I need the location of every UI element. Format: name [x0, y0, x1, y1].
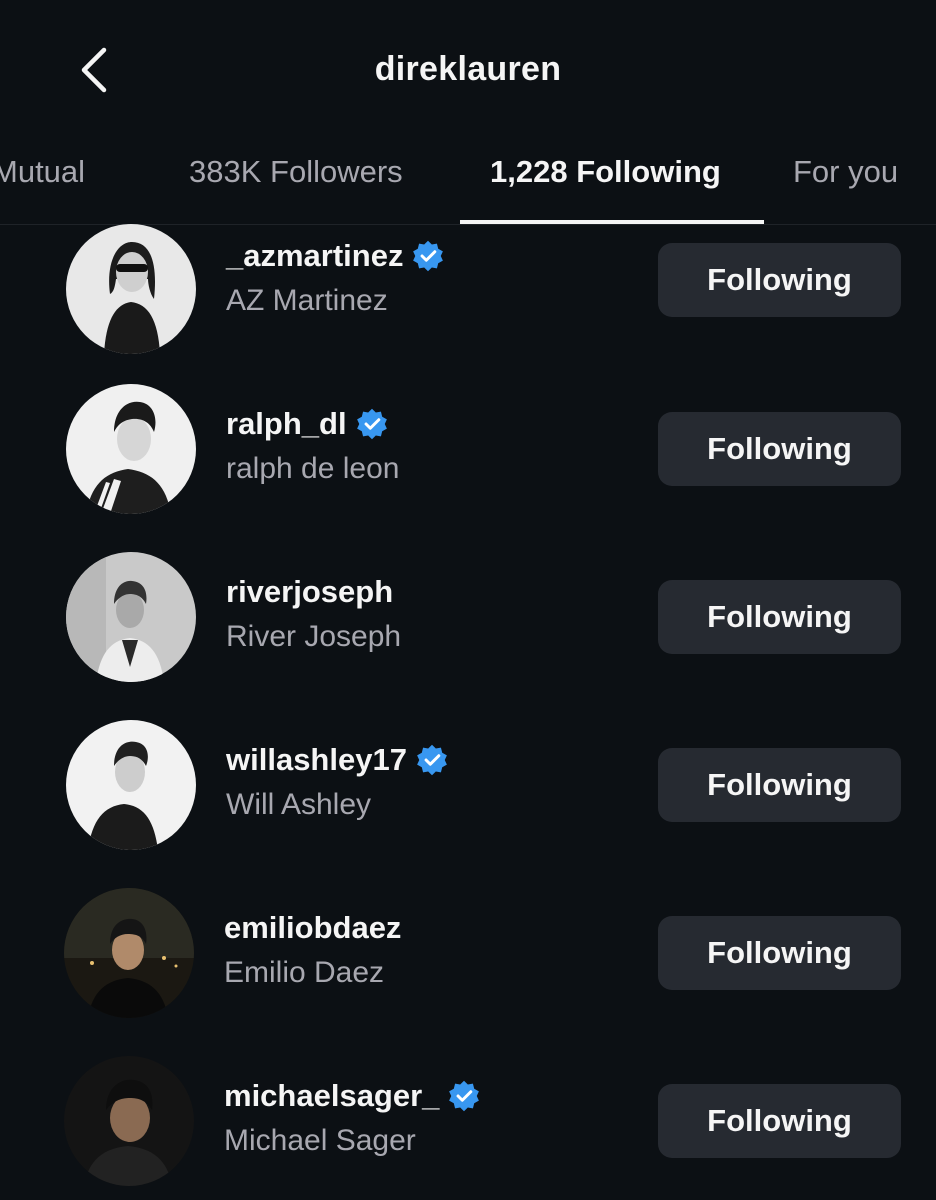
username[interactable]: michaelsager_	[224, 1078, 481, 1114]
following-button[interactable]: Following	[658, 580, 901, 654]
tab-bar: Mutual 383K Followers 1,228 Following Fo…	[0, 140, 936, 225]
full-name: AZ Martinez	[226, 284, 388, 317]
username-text: willashley17	[226, 742, 407, 777]
list-item[interactable]: _azmartinez AZ Martinez Following	[0, 224, 936, 388]
username[interactable]: willashley17	[226, 742, 449, 778]
tab-following[interactable]: 1,228 Following	[490, 154, 721, 190]
username[interactable]: emiliobdaez	[224, 910, 401, 946]
username-text: michaelsager_	[224, 1078, 440, 1113]
list-item[interactable]: emiliobdaez Emilio Daez Following	[0, 888, 936, 1056]
following-button[interactable]: Following	[658, 748, 901, 822]
tab-mutual[interactable]: Mutual	[0, 154, 85, 190]
account-names: ralph_dl ralph de leon	[226, 406, 399, 486]
username-text: riverjoseph	[226, 574, 394, 609]
account-names: michaelsager_ Michael Sager	[224, 1078, 481, 1158]
full-name: Will Ashley	[226, 788, 372, 821]
avatar[interactable]	[66, 224, 196, 354]
list-item[interactable]: willashley17 Will Ashley Following	[0, 720, 936, 888]
username[interactable]: ralph_dl	[226, 406, 399, 442]
avatar[interactable]	[66, 384, 196, 514]
account-names: willashley17 Will Ashley	[226, 742, 449, 822]
username-text: _azmartinez	[226, 238, 404, 273]
username[interactable]: _azmartinez	[226, 238, 445, 274]
following-button[interactable]: Following	[658, 243, 901, 317]
verified-badge-icon	[411, 239, 445, 273]
avatar[interactable]	[66, 552, 196, 682]
username-text: emiliobdaez	[224, 910, 402, 945]
tab-followers[interactable]: 383K Followers	[189, 154, 403, 190]
avatar[interactable]	[66, 720, 196, 850]
list-item[interactable]: ralph_dl ralph de leon Following	[0, 384, 936, 552]
full-name: River Joseph	[226, 620, 402, 653]
following-list[interactable]: _azmartinez AZ Martinez Following ralph_…	[0, 224, 936, 1200]
following-button[interactable]: Following	[658, 1084, 901, 1158]
avatar[interactable]	[64, 1056, 194, 1186]
verified-badge-icon	[447, 1079, 481, 1113]
full-name: Michael Sager	[224, 1124, 416, 1157]
username[interactable]: riverjoseph	[226, 574, 401, 610]
verified-badge-icon	[355, 407, 389, 441]
list-item[interactable]: michaelsager_ Michael Sager Following	[0, 1056, 936, 1200]
full-name: ralph de leon	[226, 452, 400, 485]
following-button[interactable]: Following	[658, 412, 901, 486]
tab-for-you[interactable]: For you	[793, 154, 898, 190]
username-text: ralph_dl	[226, 406, 347, 441]
avatar[interactable]	[64, 888, 194, 1018]
verified-badge-icon	[415, 743, 449, 777]
header: direklauren	[0, 0, 936, 140]
list-item[interactable]: riverjoseph River Joseph Following	[0, 552, 936, 720]
account-names: riverjoseph River Joseph	[226, 574, 401, 654]
full-name: Emilio Daez	[224, 956, 385, 989]
account-names: _azmartinez AZ Martinez	[226, 238, 445, 318]
following-button[interactable]: Following	[658, 916, 901, 990]
account-names: emiliobdaez Emilio Daez	[224, 910, 401, 990]
page-title: direklauren	[374, 50, 562, 88]
